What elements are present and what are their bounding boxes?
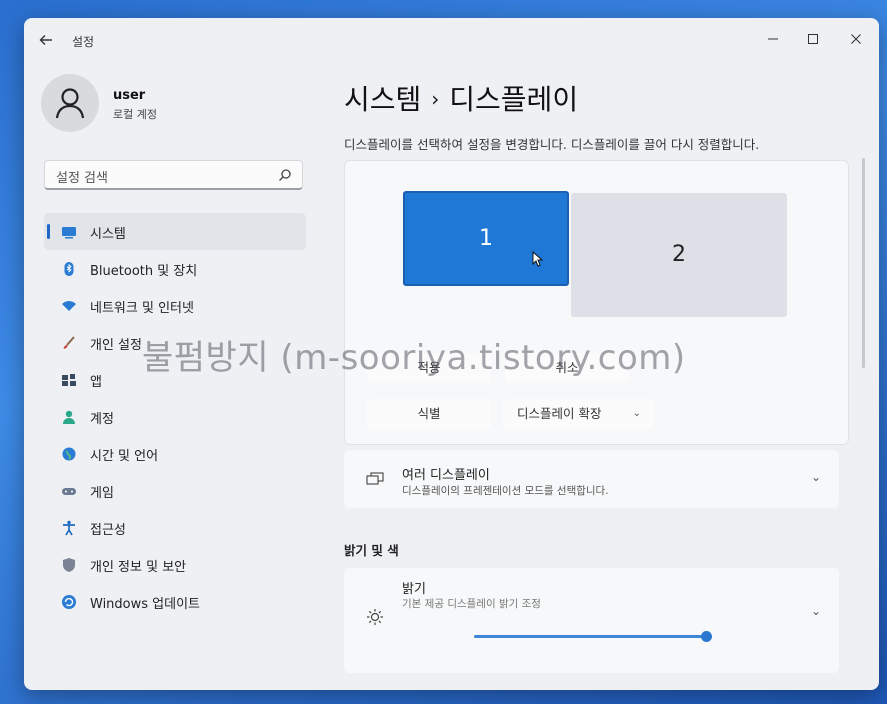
bluetooth-icon: [64, 262, 74, 276]
display-1-tile[interactable]: 1: [403, 191, 569, 286]
user-name: user: [113, 88, 146, 103]
brightness-section-title: 밝기 및 색: [344, 543, 399, 558]
account-type: 로컬 계정: [113, 108, 157, 121]
sidebar-item-label: 게임: [90, 486, 114, 501]
sidebar-item-label: 시스템: [90, 227, 126, 242]
watermark-text: 불펌방지 (m-sooriya.tistory.com): [142, 338, 686, 378]
avatar: [41, 74, 99, 132]
page-breadcrumb: 시스템 › 디스플레이: [344, 78, 578, 118]
breadcrumb-parent[interactable]: 시스템: [344, 83, 421, 116]
shield-icon: [63, 558, 75, 572]
sun-icon: [367, 609, 383, 625]
sidebar-item-label: 계정: [90, 412, 114, 427]
brightness-subtitle: 기본 제공 디스플레이 밝기 조정: [402, 598, 541, 610]
brightness-title: 밝기: [402, 582, 426, 597]
chevron-down-icon: ⌄: [632, 408, 641, 419]
sidebar-item-network[interactable]: 네트워크 및 인터넷: [44, 287, 306, 324]
multiple-displays-row[interactable]: 여러 디스플레이 디스플레이의 프레젠테이션 모드를 선택합니다. ⌄: [344, 450, 839, 508]
gamepad-icon: [62, 488, 76, 495]
identify-button[interactable]: 식별: [367, 399, 491, 429]
sidebar-item-label: 접근성: [90, 523, 126, 538]
sidebar-item-accounts[interactable]: 계정: [44, 398, 306, 435]
chevron-down-icon: ⌄: [810, 604, 821, 618]
brightness-slider-thumb[interactable]: [701, 631, 712, 642]
sidebar-item-bluetooth[interactable]: Bluetooth 및 장치: [44, 250, 306, 287]
back-arrow-icon: [39, 35, 52, 45]
close-icon: [851, 34, 861, 44]
app-title: 설정: [72, 35, 95, 49]
multiple-displays-subtitle: 디스플레이의 프레젠테이션 모드를 선택합니다.: [402, 485, 609, 497]
person-icon: [63, 410, 75, 424]
close-button[interactable]: [845, 30, 867, 52]
title-bar: 설정: [24, 18, 879, 64]
sidebar-item-gaming[interactable]: 게임: [44, 472, 306, 509]
display-2-tile[interactable]: 2: [571, 193, 787, 317]
sidebar-item-label: Bluetooth 및 장치: [90, 264, 198, 279]
breadcrumb-separator: ›: [431, 87, 440, 111]
maximize-icon: [808, 34, 818, 44]
multiple-displays-icon: [366, 472, 384, 485]
search-placeholder: 설정 검색: [56, 171, 108, 186]
sidebar-item-label: 네트워크 및 인터넷: [90, 301, 194, 316]
brush-icon: [63, 336, 75, 349]
settings-window: 설정 user 로컬 계정 설정 검색 시스템 Bluetooth 및 장치 네…: [24, 18, 879, 690]
back-button[interactable]: [36, 30, 56, 50]
accessibility-icon: [63, 520, 75, 536]
scrollbar[interactable]: [862, 158, 865, 368]
display-arrangement-card: 2 1 적용 취소 식별 디스플레이 확장 ⌄: [344, 160, 849, 445]
sidebar-item-label: Windows 업데이트: [90, 597, 201, 612]
apps-icon: [62, 374, 76, 386]
wifi-icon: [62, 301, 76, 311]
globe-icon: [62, 447, 76, 461]
chevron-down-icon: ⌄: [810, 470, 821, 484]
minimize-button[interactable]: [762, 30, 784, 52]
person-avatar-icon: [55, 88, 85, 119]
search-icon: [279, 169, 291, 181]
sidebar-item-accessibility[interactable]: 접근성: [44, 509, 306, 546]
minimize-icon: [768, 38, 778, 40]
display-mode-value: 디스플레이 확장: [517, 406, 602, 421]
multiple-displays-title: 여러 디스플레이: [402, 468, 490, 483]
page-title: 디스플레이: [449, 83, 579, 116]
sidebar-item-time-language[interactable]: 시간 및 언어: [44, 435, 306, 472]
mouse-cursor-icon: [532, 251, 544, 267]
display-description: 디스플레이를 선택하여 설정을 변경합니다. 디스플레이를 끌어 다시 정렬합니…: [344, 137, 760, 152]
sidebar-nav: 시스템 Bluetooth 및 장치 네트워크 및 인터넷 개인 설정 앱 계정…: [44, 213, 306, 620]
sidebar-item-system[interactable]: 시스템: [44, 213, 306, 250]
sidebar-item-label: 앱: [90, 375, 102, 390]
brightness-slider-track[interactable]: [474, 635, 704, 638]
sidebar-item-windows-update[interactable]: Windows 업데이트: [44, 583, 306, 620]
display-mode-select[interactable]: 디스플레이 확장 ⌄: [503, 399, 653, 429]
sidebar-item-label: 개인 설정: [90, 338, 142, 353]
maximize-button[interactable]: [802, 30, 824, 52]
brightness-row[interactable]: 밝기 기본 제공 디스플레이 밝기 조정 ⌄: [344, 568, 839, 673]
sidebar-item-privacy-security[interactable]: 개인 정보 및 보안: [44, 546, 306, 583]
active-indicator: [47, 224, 50, 239]
settings-search-input[interactable]: 설정 검색: [44, 160, 303, 190]
update-icon: [62, 595, 76, 609]
monitor-icon: [62, 227, 76, 239]
sidebar-item-label: 개인 정보 및 보안: [90, 560, 187, 575]
sidebar-item-label: 시간 및 언어: [90, 449, 159, 464]
